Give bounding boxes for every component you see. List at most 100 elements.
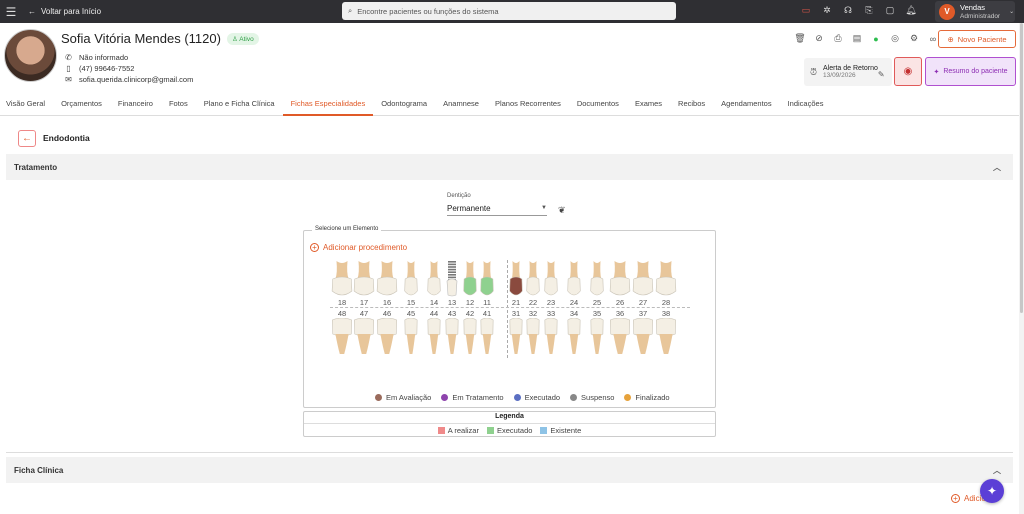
tab-13[interactable]: Indicações — [780, 95, 832, 115]
tooth-11[interactable] — [480, 259, 498, 297]
headset-icon[interactable]: ☊ — [842, 4, 854, 16]
tab-3[interactable]: Fotos — [161, 95, 196, 115]
video-icon[interactable]: ▭ — [800, 4, 812, 16]
tooth-47[interactable] — [353, 318, 374, 356]
tooth-23[interactable] — [544, 259, 562, 297]
tooth-21[interactable] — [509, 259, 527, 297]
tab-10[interactable]: Exames — [627, 95, 670, 115]
tab-12[interactable]: Agendamentos — [713, 95, 779, 115]
tooth-15[interactable] — [404, 259, 422, 297]
back-label: Voltar para Início — [41, 7, 102, 16]
trash-icon[interactable]: 🗑︎ — [794, 33, 805, 44]
tab-4[interactable]: Plano e Ficha Clínica — [196, 95, 283, 115]
legend-title: Legenda — [495, 413, 524, 420]
add-procedure-button[interactable]: + Adicionar procedimento — [310, 243, 407, 252]
return-alert[interactable]: ⏰︎ Alerta de Retorno 13/09/2026 ✎ — [804, 58, 892, 86]
sparkle-icon: ✦ — [986, 484, 998, 498]
whatsapp-icon[interactable]: ● — [871, 33, 881, 44]
status-badge: ♙ Ativo — [226, 32, 259, 45]
dentition-label: Dentição — [447, 193, 471, 199]
tooth-33[interactable] — [544, 318, 562, 356]
scrollbar[interactable] — [1019, 23, 1024, 514]
tooth-46[interactable] — [376, 318, 397, 356]
mobile-value: (47) 99646-7552 — [79, 64, 135, 73]
tab-2[interactable]: Financeiro — [110, 95, 161, 115]
tab-5[interactable]: Fichas Especialidades — [282, 95, 374, 116]
dentition-select[interactable]: Permanente ▼ — [447, 201, 547, 216]
tooth-26[interactable] — [609, 259, 631, 297]
tooth-16[interactable] — [376, 259, 398, 297]
tooth-44[interactable] — [427, 318, 445, 356]
search-input[interactable]: ⌕ Encontre pacientes ou funções do siste… — [342, 2, 676, 20]
gear-icon[interactable]: ⚙ — [909, 33, 919, 44]
status-legend: Em Avaliação Em Tratamento Executado Suspen… — [375, 393, 670, 402]
tooth-35[interactable] — [590, 318, 608, 356]
chevron-down-icon: ⌄ — [1009, 9, 1015, 15]
divider — [6, 452, 1013, 453]
status-label: Em Tratamento — [452, 393, 504, 402]
person-icon: ♙ — [231, 35, 238, 43]
ai-sparkle-icon[interactable]: ✲ — [821, 4, 833, 16]
tooth-43[interactable] — [445, 318, 463, 356]
tab-0[interactable]: Visão Geral — [6, 95, 53, 115]
tooth-12[interactable] — [463, 259, 481, 297]
tooth-41[interactable] — [480, 318, 498, 356]
tooth-17[interactable] — [353, 259, 375, 297]
plus-circle-icon: + — [951, 494, 960, 503]
pencil-icon[interactable]: ✎ — [878, 70, 885, 79]
tooth-number: 45 — [406, 309, 416, 318]
treatment-panel-header[interactable]: Tratamento ︿ — [6, 154, 1013, 180]
chat-icon[interactable]: ▢ — [884, 4, 896, 16]
back-button[interactable]: ← — [18, 130, 36, 147]
back-to-home-link[interactable]: ← Voltar para Início — [28, 7, 101, 16]
chevron-up-icon: ︿ — [993, 465, 1001, 475]
view-button[interactable]: ◉ — [894, 57, 922, 86]
inbox-icon[interactable]: ⎘ — [863, 4, 875, 16]
tooth-36[interactable] — [609, 318, 630, 356]
tooth-27[interactable] — [632, 259, 654, 297]
tooth-42[interactable] — [463, 318, 481, 356]
clipboard-icon[interactable]: ▤ — [852, 33, 862, 44]
tooth-45[interactable] — [404, 318, 422, 356]
tooth-31[interactable] — [509, 318, 527, 356]
tab-8[interactable]: Planos Recorrentes — [487, 95, 569, 115]
tooth-32[interactable] — [526, 318, 544, 356]
tooth-icon[interactable]: ❦ — [558, 205, 566, 216]
bell-icon[interactable]: 🔔︎ — [905, 4, 917, 16]
tooth-22[interactable] — [526, 259, 544, 297]
tooth-48[interactable] — [331, 318, 352, 356]
tab-7[interactable]: Anamnese — [435, 95, 487, 115]
legend-item: Executado — [486, 426, 532, 435]
tooth-34[interactable] — [567, 318, 585, 356]
ai-assistant-button[interactable]: ✦ — [980, 479, 1004, 503]
tooth-number: 43 — [447, 309, 457, 318]
scrollbar-thumb[interactable] — [1020, 23, 1023, 313]
tooth-24[interactable] — [567, 259, 585, 297]
globe-icon[interactable]: ◎ — [890, 33, 900, 44]
tooth-number: 48 — [337, 309, 347, 318]
tooth-14[interactable] — [427, 259, 445, 297]
user-menu[interactable]: V Vendas Administrador ⌄ — [935, 1, 1015, 22]
tab-11[interactable]: Recibos — [670, 95, 713, 115]
print-icon[interactable]: ⎙ — [833, 33, 843, 44]
plus-circle-icon: + — [310, 243, 319, 252]
new-patient-button[interactable]: ⊕ Novo Paciente — [938, 30, 1016, 48]
tab-9[interactable]: Documentos — [569, 95, 627, 115]
tooth-13[interactable] — [445, 259, 463, 297]
clinical-panel-header[interactable]: Ficha Clínica ︿ — [6, 457, 1013, 483]
tooth-28[interactable] — [655, 259, 677, 297]
patient-summary-button[interactable]: ✦ Resumo do paciente — [925, 57, 1016, 86]
tooth-37[interactable] — [632, 318, 653, 356]
hamburger-icon[interactable]: ☰ — [0, 5, 22, 19]
tab-6[interactable]: Odontograma — [373, 95, 435, 115]
tooth-number: 11 — [483, 298, 491, 307]
link-icon[interactable]: ∞ — [928, 33, 938, 44]
tooth-number: 34 — [569, 309, 579, 318]
tooth-18[interactable] — [331, 259, 353, 297]
status-legend-item: Em Avaliação — [375, 393, 431, 402]
block-icon[interactable]: ⊘ — [814, 33, 824, 44]
mobile-icon: ▯ — [66, 64, 71, 73]
tooth-25[interactable] — [590, 259, 608, 297]
tab-1[interactable]: Orçamentos — [53, 95, 110, 115]
tooth-38[interactable] — [655, 318, 676, 356]
